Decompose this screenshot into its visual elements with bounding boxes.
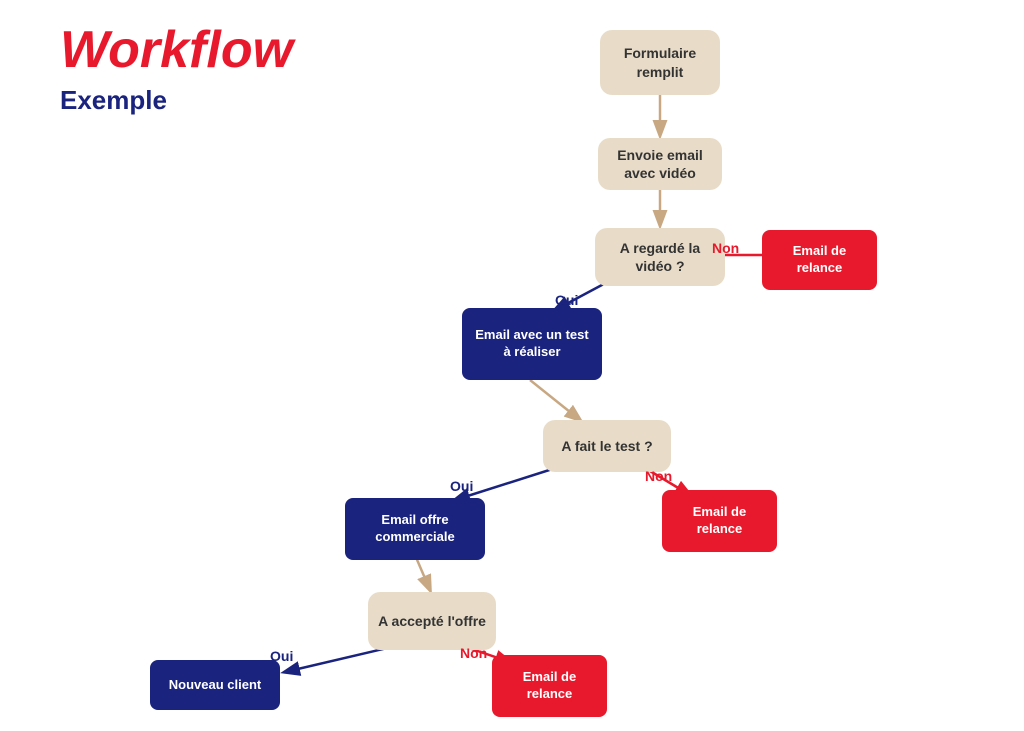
page-subtitle: Exemple <box>60 85 167 116</box>
node-accepte-offre: A accepté l'offre <box>368 592 496 650</box>
node-envoie-email: Envoie email avec vidéo <box>598 138 722 190</box>
label-non-test: Non <box>645 468 672 484</box>
node-email-relance-1: Email de relance <box>762 230 877 290</box>
node-email-relance-2: Email de relance <box>662 490 777 552</box>
label-non-video: Non <box>712 240 739 256</box>
label-non-offre: Non <box>460 645 487 661</box>
label-oui-video: Oui <box>555 292 578 308</box>
node-formulaire: Formulaire remplit <box>600 30 720 95</box>
label-oui-test: Oui <box>450 478 473 494</box>
node-email-offre: Email offre commerciale <box>345 498 485 560</box>
page-title: Workflow <box>60 20 293 80</box>
node-email-test: Email avec un test à réaliser <box>462 308 602 380</box>
node-regarde-video: A regardé la vidéo ? <box>595 228 725 286</box>
node-fait-test: A fait le test ? <box>543 420 671 472</box>
node-email-relance-3: Email de relance <box>492 655 607 717</box>
node-nouveau-client: Nouveau client <box>150 660 280 710</box>
